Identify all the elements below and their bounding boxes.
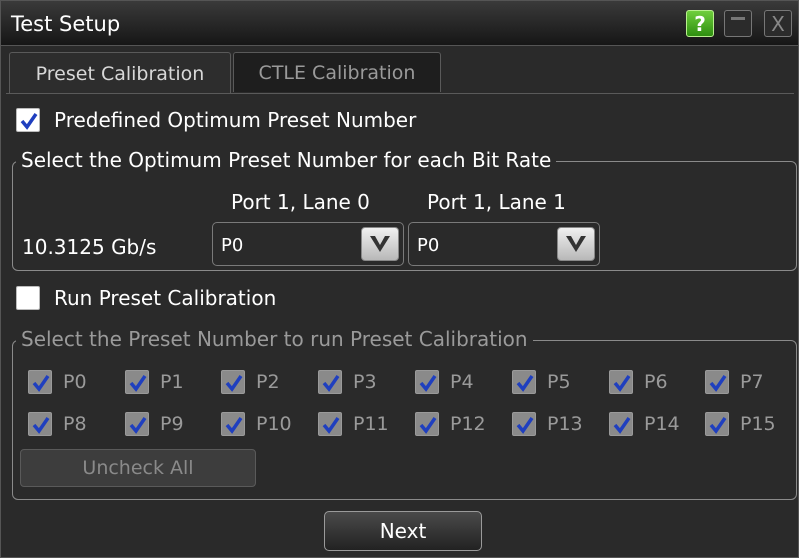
close-button[interactable]: X (764, 10, 792, 37)
preset-label: P8 (63, 413, 87, 435)
preset-option[interactable]: P15 (705, 412, 795, 438)
lane1-preset-select[interactable]: P0 (408, 222, 600, 266)
preset-label: P9 (160, 413, 184, 435)
preset-label: P7 (740, 371, 764, 393)
preset-checkbox[interactable] (609, 370, 633, 394)
checkmark-icon (613, 417, 631, 434)
preset-label: P2 (256, 371, 280, 393)
checkmark-icon (709, 375, 727, 392)
preset-checkbox[interactable] (512, 370, 536, 394)
help-button[interactable]: ? (686, 10, 714, 37)
run-preset-label: Run Preset Calibration (54, 286, 277, 310)
preset-option[interactable]: P12 (415, 412, 505, 438)
preset-option[interactable]: P13 (512, 412, 602, 438)
preset-checkbox[interactable] (318, 412, 342, 436)
preset-checkbox[interactable] (28, 412, 52, 436)
minimize-icon (731, 17, 745, 20)
chevron-down-icon[interactable] (361, 227, 399, 261)
checkmark-icon (419, 417, 437, 434)
preset-option[interactable]: P1 (125, 370, 215, 396)
preset-label: P6 (644, 371, 668, 393)
preset-checkbox[interactable] (28, 370, 52, 394)
checkmark-icon (129, 375, 147, 392)
preset-option[interactable]: P6 (609, 370, 699, 396)
preset-label: P14 (644, 413, 680, 435)
preset-option[interactable]: P3 (318, 370, 408, 396)
preset-checkbox[interactable] (318, 370, 342, 394)
preset-option[interactable]: P4 (415, 370, 505, 396)
preset-option[interactable]: P9 (125, 412, 215, 438)
preset-checkbox[interactable] (415, 370, 439, 394)
preset-option[interactable]: P7 (705, 370, 795, 396)
preset-label: P4 (450, 371, 474, 393)
title-bar: Test Setup ? X (1, 1, 798, 46)
minimize-button[interactable] (724, 10, 752, 37)
preset-checkbox[interactable] (705, 370, 729, 394)
lane0-preset-value: P0 (221, 235, 244, 256)
checkmark-icon (322, 375, 340, 392)
lane0-preset-select[interactable]: P0 (212, 222, 404, 266)
checkmark-icon (225, 417, 243, 434)
preset-option[interactable]: P11 (318, 412, 408, 438)
preset-label: P1 (160, 371, 184, 393)
predefined-label: Predefined Optimum Preset Number (54, 108, 417, 132)
column-header-lane1: Port 1, Lane 1 (427, 190, 566, 214)
bit-rate-label: 10.3125 Gb/s (22, 235, 157, 259)
preset-checkbox[interactable] (512, 412, 536, 436)
preset-checkbox[interactable] (705, 412, 729, 436)
preset-checkbox[interactable] (609, 412, 633, 436)
preset-checkbox[interactable] (221, 412, 245, 436)
window-title: Test Setup (11, 12, 121, 36)
checkmark-icon (322, 417, 340, 434)
preset-label: P10 (256, 413, 292, 435)
checkmark-icon (225, 375, 243, 392)
checkmark-icon (613, 375, 631, 392)
chevron-down-icon[interactable] (557, 227, 595, 261)
checkmark-icon (20, 113, 38, 130)
preset-selection-legend: Select the Preset Number to run Preset C… (16, 327, 533, 351)
preset-label: P15 (740, 413, 776, 435)
next-button[interactable]: Next (324, 511, 482, 551)
predefined-checkbox[interactable] (16, 108, 40, 132)
column-header-lane0: Port 1, Lane 0 (231, 190, 370, 214)
run-preset-checkbox[interactable] (16, 286, 40, 310)
tab-preset-calibration[interactable]: Preset Calibration (9, 52, 231, 94)
lane1-preset-value: P0 (417, 235, 440, 256)
preset-label: P3 (353, 371, 377, 393)
preset-label: P11 (353, 413, 389, 435)
optimum-preset-legend: Select the Optimum Preset Number for eac… (16, 148, 557, 172)
checkmark-icon (709, 417, 727, 434)
test-setup-window: Test Setup ? X Preset Calibration CTLE C… (0, 0, 799, 558)
preset-label: P13 (547, 413, 583, 435)
preset-option[interactable]: P10 (221, 412, 311, 438)
preset-label: P0 (63, 371, 87, 393)
tab-ctle-calibration[interactable]: CTLE Calibration (233, 52, 441, 92)
preset-label: P12 (450, 413, 486, 435)
checkmark-icon (32, 417, 50, 434)
preset-option[interactable]: P8 (28, 412, 118, 438)
checkmark-icon (516, 375, 534, 392)
preset-option[interactable]: P2 (221, 370, 311, 396)
checkmark-icon (419, 375, 437, 392)
preset-label: P5 (547, 371, 571, 393)
checkmark-icon (516, 417, 534, 434)
preset-checkbox[interactable] (125, 412, 149, 436)
checkmark-icon (32, 375, 50, 392)
preset-option[interactable]: P0 (28, 370, 118, 396)
preset-option[interactable]: P5 (512, 370, 602, 396)
uncheck-all-button[interactable]: Uncheck All (20, 449, 256, 487)
checkmark-icon (129, 417, 147, 434)
preset-checkbox[interactable] (125, 370, 149, 394)
preset-checkbox[interactable] (415, 412, 439, 436)
preset-checkbox[interactable] (221, 370, 245, 394)
preset-option[interactable]: P14 (609, 412, 699, 438)
